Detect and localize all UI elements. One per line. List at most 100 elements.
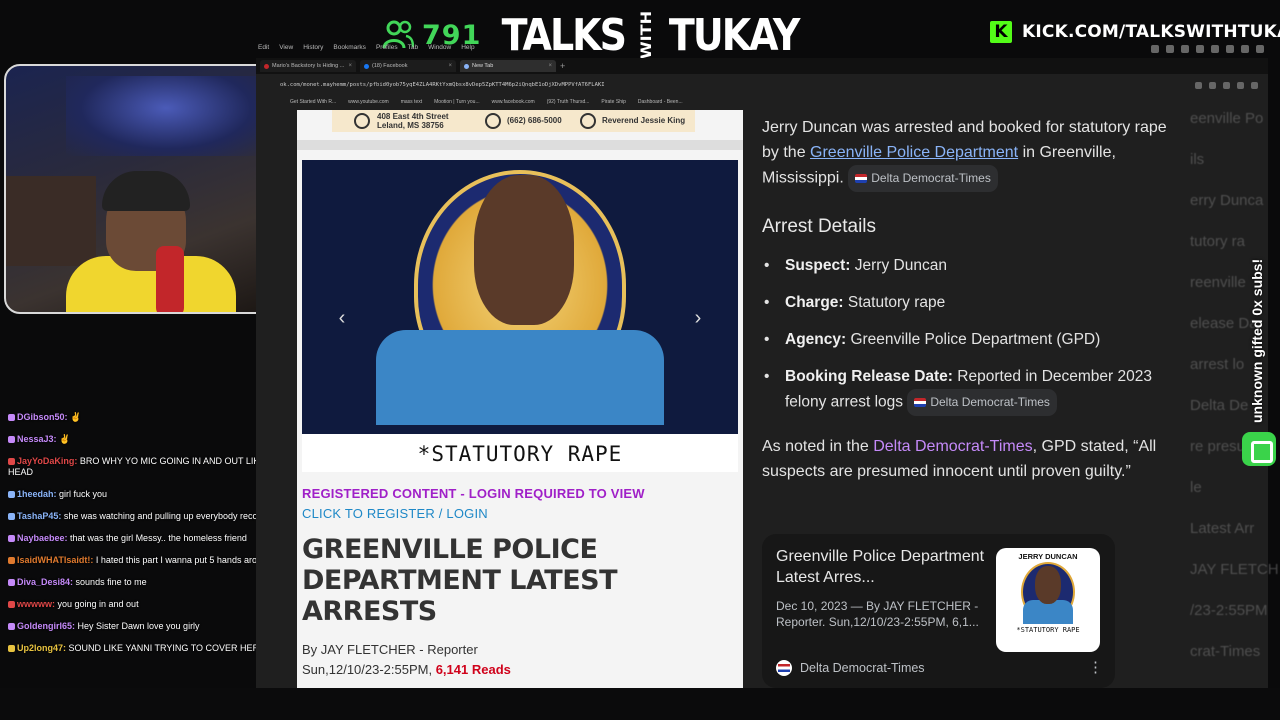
- register-login-link[interactable]: CLICK TO REGISTER / LOGIN: [302, 506, 488, 521]
- person-icon: [580, 113, 596, 129]
- mugshot-caption: *STATUTORY RAPE: [302, 434, 738, 472]
- extension-icon[interactable]: [1237, 81, 1244, 89]
- carousel-prev-icon[interactable]: ‹: [330, 306, 354, 330]
- bookmark-item[interactable]: Mootion | Turn you...: [434, 99, 480, 105]
- menu-view[interactable]: View: [279, 44, 293, 58]
- status-icon[interactable]: [1226, 45, 1234, 53]
- source-card-title[interactable]: Greenville Police Department Latest Arre…: [776, 546, 991, 588]
- chat-username[interactable]: Diva_Desi84:: [17, 577, 73, 587]
- browser-window: Mario's Backstory Is Hiding ... × (18) Fa…: [256, 58, 1268, 688]
- read-count: 6,141 Reads: [435, 662, 511, 677]
- source-card-meta: Dec 10, 2023 — By JAY FLETCHER - Reporte…: [776, 599, 979, 629]
- arrest-details-heading: Arrest Details: [762, 216, 877, 237]
- stream-screen: 791 TALKS WITH TUKAY K KICK.COM/TALKSWIT…: [0, 0, 1280, 720]
- source-card[interactable]: Greenville Police Department Latest Arre…: [762, 534, 1115, 688]
- status-icon[interactable]: [1256, 45, 1264, 53]
- blurred-text: ils: [1190, 151, 1205, 168]
- bookmark-item[interactable]: Dashboard - Been...: [638, 99, 683, 105]
- chat-username[interactable]: 1heedah:: [17, 489, 57, 499]
- bookmark-item[interactable]: www.youtube.com: [348, 99, 389, 105]
- address-bar[interactable]: ok.com/monet.mayhemm/posts/pfbid0yob75yq…: [256, 78, 1268, 92]
- chat-badge-icon: [8, 491, 15, 499]
- bookmark-item[interactable]: mass text: [401, 99, 422, 105]
- chat-text: ✌: [56, 434, 71, 444]
- status-icon[interactable]: [1211, 45, 1219, 53]
- chat-badge-icon: [8, 579, 15, 587]
- browser-tab[interactable]: Mario's Backstory Is Hiding ... ×: [260, 60, 356, 72]
- browser-tab[interactable]: (18) Facebook ×: [360, 60, 456, 72]
- extension-icon[interactable]: [1223, 81, 1230, 89]
- chat-username[interactable]: JayYoDaKing:: [17, 456, 77, 466]
- menu-icon[interactable]: [1251, 81, 1258, 89]
- registered-content-notice: REGISTERED CONTENT - LOGIN REQUIRED TO V…: [302, 486, 645, 501]
- bookmark-item[interactable]: Pirate Ship: [601, 99, 625, 105]
- chat-username[interactable]: Up2long47:: [17, 643, 66, 653]
- gpd-link[interactable]: Greenville Police Department: [810, 144, 1018, 161]
- blurred-text: eenville Po: [1190, 110, 1264, 127]
- bookmark-item[interactable]: www.facebook.com: [492, 99, 535, 105]
- chat-username[interactable]: TashaP45:: [17, 511, 61, 521]
- tab-favicon-icon: [264, 63, 269, 69]
- ddt-link[interactable]: Delta Democrat-Times: [873, 438, 1032, 455]
- ai-answer-pane: Jerry Duncan was arrested and booked for…: [743, 110, 1193, 688]
- close-icon[interactable]: ×: [348, 63, 352, 69]
- source-card-thumbnail[interactable]: JERRY DUNCAN *STATUTORY RAPE: [996, 548, 1100, 652]
- logo-with: WITH: [638, 10, 655, 60]
- source-chip[interactable]: Delta Democrat-Times: [907, 389, 1057, 416]
- detail-agency: Agency: Greenville Police Department (GP…: [762, 327, 1182, 352]
- carousel-next-icon[interactable]: ›: [686, 306, 710, 330]
- browser-tab-active[interactable]: New Tab ×: [460, 60, 556, 72]
- microphone: [156, 246, 184, 312]
- chat-badge-icon: [8, 623, 15, 631]
- install-icon[interactable]: [1195, 81, 1202, 89]
- chat-username[interactable]: wwwww:: [17, 599, 55, 609]
- answer-note: As noted in the Delta Democrat-Times, GP…: [762, 438, 1157, 480]
- stream-overlay-top: 791 TALKS WITH TUKAY K KICK.COM/TALKSWIT…: [0, 0, 1280, 62]
- status-icon[interactable]: [1196, 45, 1204, 53]
- bookmark-item[interactable]: (92) Truth Thursd...: [547, 99, 590, 105]
- mac-menu-bar: Edit View History Bookmarks Profiles Tab…: [258, 44, 475, 58]
- menu-edit[interactable]: Edit: [258, 44, 269, 58]
- arrest-details-list: Suspect: Jerry Duncan Charge: Statutory …: [762, 253, 1182, 428]
- menu-tab[interactable]: Tab: [408, 44, 418, 58]
- star-icon[interactable]: [1209, 81, 1216, 89]
- blurred-text: JAY FLETCH: [1190, 561, 1279, 578]
- chat-username[interactable]: Goldengirl65:: [17, 621, 75, 631]
- chat-username[interactable]: Naybaebee:: [17, 533, 68, 543]
- news-header-banner: 408 East 4th Street Leland, MS 38756 (66…: [332, 110, 695, 132]
- close-icon[interactable]: ×: [448, 63, 452, 69]
- chat-username[interactable]: DGibson50:: [17, 412, 68, 422]
- source-chip[interactable]: Delta Democrat-Times: [848, 165, 998, 192]
- bookmark-item[interactable]: Get Started With R...: [290, 99, 336, 105]
- status-icon[interactable]: [1151, 45, 1159, 53]
- location-icon: [354, 113, 370, 129]
- chat-username[interactable]: NessaJ3:: [17, 434, 57, 444]
- chat-badge-icon: [8, 513, 15, 521]
- detail-charge: Charge: Statutory rape: [762, 290, 1182, 315]
- gift-sub-text: unknown gifted 0x subs!: [1249, 258, 1265, 423]
- menu-profiles[interactable]: Profiles: [376, 44, 398, 58]
- gift-sub-alert: unknown gifted 0x subs!: [1244, 240, 1270, 430]
- more-options-icon[interactable]: ⋮: [1088, 658, 1103, 676]
- status-icon[interactable]: [1241, 45, 1249, 53]
- chat-text: you going in and out: [55, 599, 139, 609]
- header-address: 408 East 4th Street Leland, MS 38756: [377, 112, 449, 130]
- blurred-text: /23-2:55PM: [1190, 602, 1268, 619]
- menu-window[interactable]: Window: [428, 44, 451, 58]
- menu-help[interactable]: Help: [461, 44, 474, 58]
- source-flag-icon: [914, 398, 927, 407]
- detail-suspect: Suspect: Jerry Duncan: [762, 253, 1182, 278]
- source-card-source: Delta Democrat-Times: [776, 660, 925, 676]
- chat-text: that was the girl Messy.. the homeless f…: [67, 533, 247, 543]
- detail-booking-date: Booking Release Date: Reported in Decemb…: [762, 364, 1182, 416]
- url-text[interactable]: ok.com/monet.mayhemm/posts/pfbid0yob75yq…: [280, 82, 605, 88]
- chat-username[interactable]: IsaidWHATIsaidt!:: [17, 555, 93, 565]
- close-icon[interactable]: ×: [548, 63, 552, 69]
- menu-history[interactable]: History: [303, 44, 323, 58]
- status-icon[interactable]: [1181, 45, 1189, 53]
- status-icon[interactable]: [1166, 45, 1174, 53]
- new-tab-icon[interactable]: +: [560, 61, 565, 71]
- mugshot-image: ‹ › *STATUTORY RAPE: [302, 160, 738, 472]
- header-phone: (662) 686-5000: [507, 116, 562, 125]
- menu-bookmarks[interactable]: Bookmarks: [333, 44, 366, 58]
